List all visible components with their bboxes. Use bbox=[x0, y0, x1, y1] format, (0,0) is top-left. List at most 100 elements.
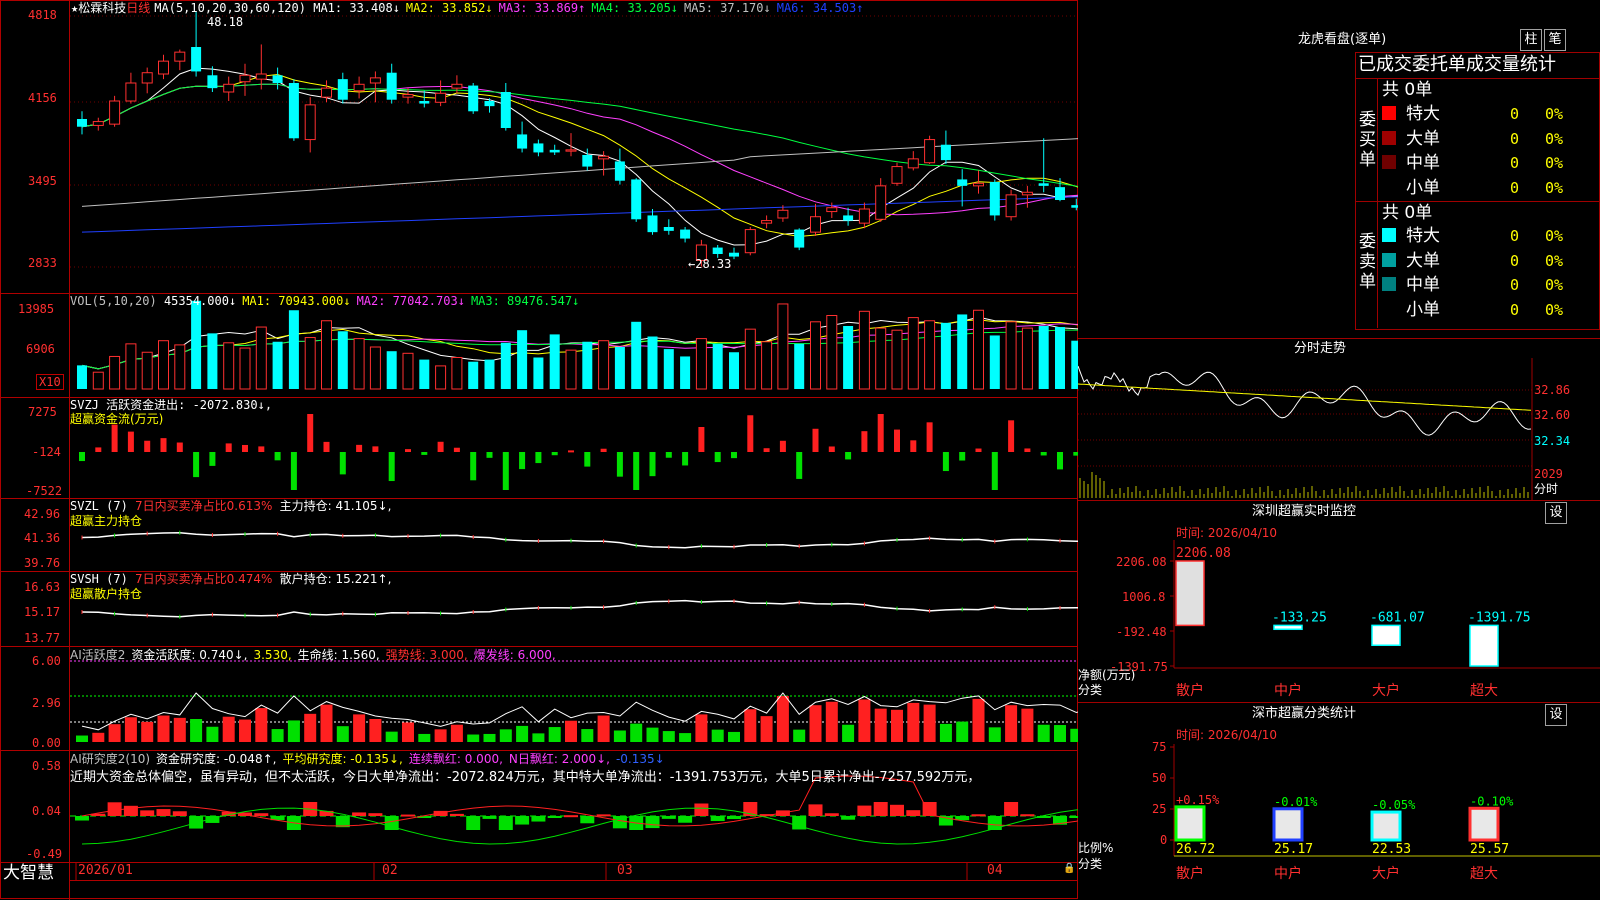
activity-bar bbox=[320, 704, 333, 742]
volume-bar bbox=[1071, 340, 1078, 389]
research-bar bbox=[547, 816, 562, 818]
volume-bar bbox=[191, 300, 202, 389]
candle-body bbox=[1071, 205, 1078, 208]
candle-body bbox=[777, 209, 789, 219]
sz-monitor-settings-button[interactable]: 设 bbox=[1545, 502, 1567, 524]
activity-bar bbox=[597, 715, 610, 742]
flow-bar bbox=[633, 452, 640, 490]
volume-bar bbox=[321, 320, 332, 390]
activity-bar bbox=[369, 719, 382, 742]
flow-bar bbox=[616, 452, 623, 477]
svzj-axis-label: 7275 bbox=[28, 405, 57, 419]
flow-bar bbox=[1008, 420, 1015, 452]
activity-bar bbox=[548, 727, 561, 742]
volume-header: VOL(5,10,20) 45354.000↓ MA1: 70943.000↓ MA… bbox=[70, 294, 580, 308]
research-bar bbox=[678, 816, 693, 823]
activity-bar bbox=[124, 717, 137, 742]
indicator-value: 生命线: 1.560, bbox=[297, 648, 380, 662]
flow-bar bbox=[861, 431, 868, 452]
intraday-title: 分时走势 bbox=[1294, 341, 1347, 356]
research-bar bbox=[254, 813, 269, 816]
net-amount-bar bbox=[1273, 624, 1303, 631]
sz-class-chart: +0.15% 26.72 散户 -0.01% 25.17 中户 -0.05% 22.53 大户 -… bbox=[1170, 744, 1600, 882]
volume-bar bbox=[337, 331, 348, 389]
activity-bar bbox=[450, 724, 463, 742]
category-label: 中户 bbox=[1274, 682, 1302, 699]
indicator-value: 强势线: 3.000, bbox=[385, 648, 468, 662]
flow-bar bbox=[584, 452, 591, 467]
volume-bar bbox=[255, 326, 267, 390]
brand-logo: 大智慧 bbox=[3, 863, 54, 883]
activity-bar bbox=[76, 735, 88, 742]
tab-bar-view[interactable]: 柱 bbox=[1520, 29, 1542, 51]
flow-bar bbox=[796, 452, 803, 479]
order-row: 特大 bbox=[1382, 226, 1440, 246]
volume-bar bbox=[435, 365, 447, 390]
order-count: 0 bbox=[1510, 154, 1520, 172]
activity-bar bbox=[939, 723, 952, 742]
tab-tick-view[interactable]: 笔 bbox=[1544, 29, 1566, 51]
category-label: 散户 bbox=[1176, 682, 1204, 699]
research-bar bbox=[694, 803, 709, 816]
ratio-bar bbox=[1272, 807, 1304, 842]
order-size-label: 中单 bbox=[1406, 153, 1440, 173]
activity-bar bbox=[565, 720, 577, 742]
flow-bar bbox=[731, 452, 737, 459]
candle-body bbox=[647, 215, 658, 233]
flow-bar bbox=[828, 446, 835, 452]
research-comment: 近期大资金总体偏空，虽有异动，但不太活跃，今日大单净流出：-2072.824万元… bbox=[70, 770, 981, 785]
flow-bar bbox=[682, 452, 689, 466]
intraday-price-label: 32.60 bbox=[1534, 408, 1571, 422]
ratio-bar bbox=[1370, 810, 1402, 842]
indicator-value: 资金研究度: -0.048↑, bbox=[156, 752, 277, 766]
candle-body bbox=[517, 134, 528, 149]
activity-bar bbox=[858, 699, 871, 742]
indicator-value: 连续飘红: 0.000, bbox=[408, 752, 503, 766]
indicator-value: -0.135↓ bbox=[615, 752, 665, 766]
svzj-subtitle: 超赢资金流(万元) bbox=[70, 412, 164, 426]
flow-bar bbox=[1024, 448, 1031, 452]
volume-bar bbox=[369, 346, 381, 390]
volume-axis-label: 6906 bbox=[26, 342, 55, 356]
order-percent: 0% bbox=[1545, 251, 1564, 270]
activity-bar bbox=[157, 715, 170, 742]
volume-bar bbox=[875, 327, 887, 390]
activity-bar bbox=[1021, 708, 1034, 742]
lock-icon[interactable]: 🔒 bbox=[1063, 862, 1075, 876]
candle-body bbox=[729, 252, 739, 257]
volume-unit-badge[interactable]: X10 bbox=[36, 374, 64, 390]
volume-bar bbox=[598, 340, 610, 390]
candle-body bbox=[174, 51, 186, 62]
research-bar bbox=[564, 815, 578, 818]
candle-body bbox=[907, 158, 919, 169]
activity-bar bbox=[874, 708, 887, 742]
flow-bar bbox=[95, 447, 102, 452]
volume-bar bbox=[1055, 327, 1065, 389]
candle-body bbox=[875, 185, 887, 220]
period-label[interactable]: 日线 bbox=[126, 1, 150, 15]
category-label: 散户 bbox=[1176, 865, 1204, 882]
indicator-value: MA6: 34.503↑ bbox=[776, 1, 864, 15]
sell-side-label: 委卖单 bbox=[1359, 232, 1376, 292]
ratio-bar bbox=[1468, 806, 1500, 842]
volume-bar bbox=[533, 357, 544, 389]
activity-bar bbox=[646, 727, 659, 742]
volume-bar bbox=[451, 357, 463, 390]
candle-body bbox=[712, 247, 723, 254]
order-size-label: 特大 bbox=[1406, 104, 1440, 124]
order-percent: 0% bbox=[1545, 276, 1564, 294]
indicator-value: MA1: 33.408↓ bbox=[313, 1, 400, 15]
svzj-header: SVZJ 活跃资金进出: -2072.830↓, bbox=[70, 398, 273, 412]
research-axis-label: 0.04 bbox=[32, 804, 61, 818]
flow-bar bbox=[453, 447, 460, 452]
flow-bar bbox=[845, 452, 852, 460]
intraday-price-label: 32.34 bbox=[1534, 434, 1571, 448]
research-bar bbox=[401, 814, 415, 817]
price-axis-label: 2833 bbox=[28, 256, 57, 270]
research-bar bbox=[368, 813, 383, 816]
volume-bar bbox=[712, 343, 723, 389]
category-label: 大户 bbox=[1372, 682, 1400, 699]
sz-class-settings-button[interactable]: 设 bbox=[1545, 704, 1567, 726]
intraday-chart[interactable] bbox=[1078, 358, 1600, 500]
order-percent: 0% bbox=[1545, 227, 1564, 245]
